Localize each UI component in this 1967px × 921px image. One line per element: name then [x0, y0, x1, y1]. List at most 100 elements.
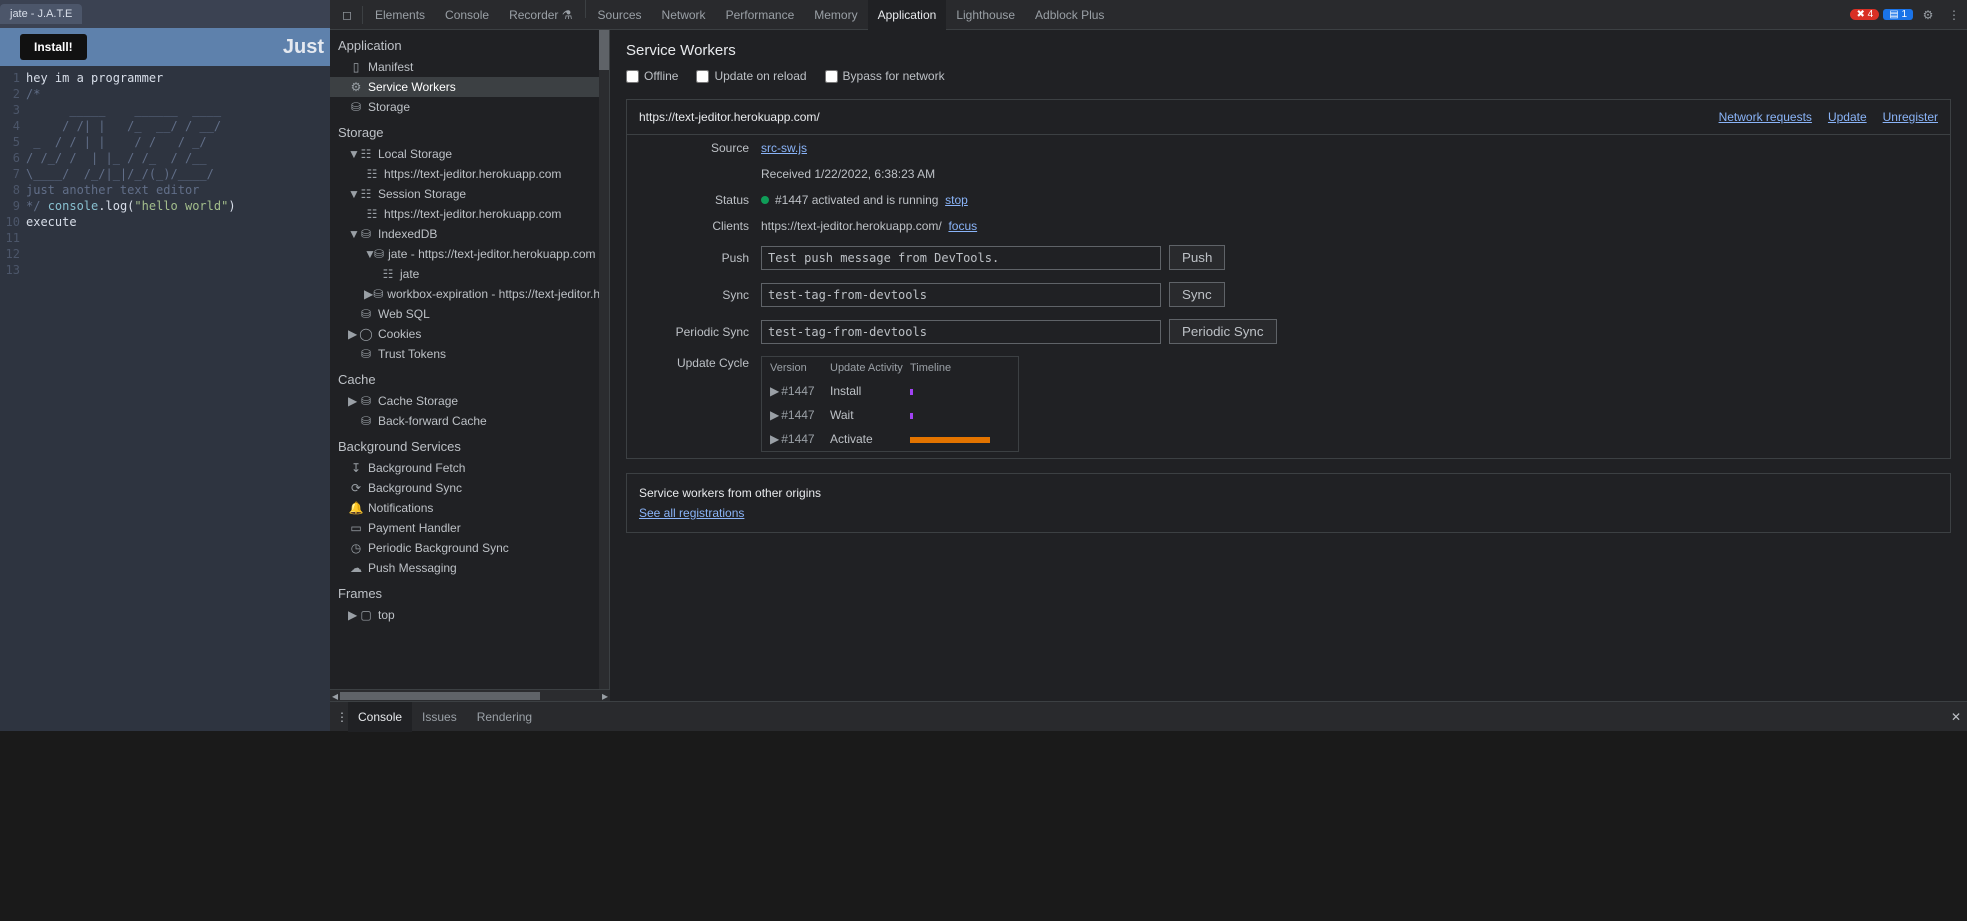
label-push: Push — [639, 251, 749, 265]
sidebar-group-cache: Cache — [330, 364, 599, 391]
devtools-tab-memory[interactable]: Memory — [804, 0, 867, 30]
table-icon: ☷ — [364, 207, 380, 221]
code-line[interactable]: 6/ /_/ / | |_ / /_ / /__ — [0, 150, 330, 166]
cycle-row[interactable]: ▶#1447Activate — [762, 427, 1018, 451]
link-update[interactable]: Update — [1828, 110, 1867, 124]
devtools-tab-network[interactable]: Network — [652, 0, 716, 30]
sidebar-item-indexeddb[interactable]: ▼⛁IndexedDB — [330, 224, 599, 244]
sidebar-item-payment[interactable]: ▭Payment Handler — [330, 518, 599, 538]
code-line[interactable]: 9*/ console.log("hello world") — [0, 198, 330, 214]
sidebar-item-idb-jate-store[interactable]: ☷jate — [330, 264, 599, 284]
sidebar-item-local-storage-origin[interactable]: ☷https://text-jeditor.herokuapp.com — [330, 164, 599, 184]
more-icon[interactable]: ⋮ — [1941, 8, 1967, 22]
sidebar-item-cache-storage[interactable]: ▶⛁Cache Storage — [330, 391, 599, 411]
code-line[interactable]: 1hey im a programmer — [0, 70, 330, 86]
code-line[interactable]: 11 — [0, 230, 330, 246]
code-line[interactable]: 12 — [0, 246, 330, 262]
sidebar-item-storage[interactable]: ⛁Storage — [330, 97, 599, 117]
database-icon: ⛁ — [358, 227, 374, 241]
service-workers-panel: Service Workers Offline Update on reload… — [610, 30, 1967, 701]
link-unregister[interactable]: Unregister — [1883, 110, 1938, 124]
app-window: jate - J.A.T.E Install! Just 1hey im a p… — [0, 0, 330, 731]
code-line[interactable]: 10execute — [0, 214, 330, 230]
browser-tab[interactable]: jate - J.A.T.E — [0, 4, 82, 24]
code-line[interactable]: 3 _____ ______ ____ — [0, 102, 330, 118]
code-line[interactable]: 4 / /| | /_ __/ / __/ — [0, 118, 330, 134]
issues-badge[interactable]: ▤ 1 — [1883, 9, 1913, 20]
code-line[interactable]: 7\____/ /_/|_|/_/(_)/____/ — [0, 166, 330, 182]
sw-origin: https://text-jeditor.herokuapp.com/ — [639, 110, 1703, 124]
panel-title: Service Workers — [626, 42, 1951, 59]
devtools-tab-adblock-plus[interactable]: Adblock Plus — [1025, 0, 1114, 30]
sidebar-item-push-messaging[interactable]: ☁Push Messaging — [330, 558, 599, 578]
link-stop[interactable]: stop — [945, 193, 968, 207]
database-icon: ⛁ — [358, 307, 374, 321]
code-line[interactable]: 13 — [0, 262, 330, 278]
sidebar-item-idb-workbox[interactable]: ▶⛁workbox-expiration - https://text-jedi… — [330, 284, 599, 304]
devtools-panel: ◻ ElementsConsoleRecorder ⚗SourcesNetwor… — [330, 0, 1967, 731]
push-input[interactable] — [761, 246, 1161, 270]
sync-button[interactable]: Sync — [1169, 282, 1225, 307]
settings-icon[interactable]: ⚙ — [1915, 8, 1941, 22]
code-line[interactable]: 8just another text editor — [0, 182, 330, 198]
drawer-tab-rendering[interactable]: Rendering — [467, 702, 542, 732]
sidebar-item-service-workers[interactable]: ⚙Service Workers — [330, 77, 599, 97]
database-icon: ⛁ — [374, 247, 384, 261]
sidebar-scrollbar[interactable] — [599, 30, 609, 689]
sidebar-item-notifications[interactable]: 🔔Notifications — [330, 498, 599, 518]
table-icon: ☷ — [358, 147, 374, 161]
sidebar-item-bg-fetch[interactable]: ↧Background Fetch — [330, 458, 599, 478]
sidebar-item-cookies[interactable]: ▶◯Cookies — [330, 324, 599, 344]
sidebar-item-manifest[interactable]: ▯Manifest — [330, 57, 599, 77]
sidebar-item-idb-jate[interactable]: ▼⛁jate - https://text-jeditor.herokuapp.… — [330, 244, 599, 264]
devtools-tab-application[interactable]: Application — [868, 0, 947, 30]
app-header: Install! Just — [0, 28, 330, 66]
devtools-tab-lighthouse[interactable]: Lighthouse — [946, 0, 1025, 30]
opt-update-on-reload[interactable]: Update on reload — [696, 69, 806, 83]
bell-icon: 🔔 — [348, 501, 364, 515]
sidebar-item-periodic-bg-sync[interactable]: ◷Periodic Background Sync — [330, 538, 599, 558]
application-sidebar[interactable]: Application ▯Manifest ⚙Service Workers ⛁… — [330, 30, 599, 689]
devtools-tab-recorder-[interactable]: Recorder ⚗ — [499, 0, 582, 30]
drawer-tab-console[interactable]: Console — [348, 702, 412, 732]
drawer-more-icon[interactable]: ⋮ — [336, 710, 348, 724]
code-line[interactable]: 2/* — [0, 86, 330, 102]
sidebar-item-bg-sync[interactable]: ⟳Background Sync — [330, 478, 599, 498]
sidebar-item-bf-cache[interactable]: ⛁Back-forward Cache — [330, 411, 599, 431]
push-button[interactable]: Push — [1169, 245, 1225, 270]
link-focus[interactable]: focus — [948, 219, 977, 233]
opt-bypass-for-network[interactable]: Bypass for network — [825, 69, 945, 83]
sw-source-link[interactable]: src-sw.js — [761, 141, 807, 155]
sidebar-item-frame-top[interactable]: ▶▢top — [330, 605, 599, 625]
sidebar-item-trust-tokens[interactable]: ⛁Trust Tokens — [330, 344, 599, 364]
devtools-tab-console[interactable]: Console — [435, 0, 499, 30]
drawer-close-icon[interactable]: ✕ — [1951, 710, 1961, 724]
opt-offline[interactable]: Offline — [626, 69, 678, 83]
sidebar-h-scrollbar[interactable]: ◂▸ — [330, 689, 610, 701]
drawer-tab-issues[interactable]: Issues — [412, 702, 467, 732]
sidebar-group-frames: Frames — [330, 578, 599, 605]
inspect-icon[interactable]: ◻ — [334, 8, 360, 22]
sidebar-item-local-storage[interactable]: ▼☷Local Storage — [330, 144, 599, 164]
sidebar-group-application: Application — [330, 30, 599, 57]
periodic-sync-button[interactable]: Periodic Sync — [1169, 319, 1277, 344]
sidebar-item-session-storage[interactable]: ▼☷Session Storage — [330, 184, 599, 204]
label-clients: Clients — [639, 219, 749, 233]
sidebar-item-session-storage-origin[interactable]: ☷https://text-jeditor.herokuapp.com — [330, 204, 599, 224]
code-line[interactable]: 5 _ / / | | / / / _/ — [0, 134, 330, 150]
devtools-tab-elements[interactable]: Elements — [365, 0, 435, 30]
database-icon: ⛁ — [373, 287, 383, 301]
sync-input[interactable] — [761, 283, 1161, 307]
link-network-requests[interactable]: Network requests — [1719, 110, 1812, 124]
devtools-tab-performance[interactable]: Performance — [716, 0, 805, 30]
link-see-all-registrations[interactable]: See all registrations — [639, 506, 1938, 520]
sidebar-item-websql[interactable]: ⛁Web SQL — [330, 304, 599, 324]
code-editor[interactable]: 1hey im a programmer2/*3 _____ ______ __… — [0, 66, 330, 731]
devtools-tab-sources[interactable]: Sources — [588, 0, 652, 30]
errors-badge[interactable]: ✖ 4 — [1850, 9, 1879, 20]
install-button[interactable]: Install! — [20, 34, 87, 60]
periodic-sync-input[interactable] — [761, 320, 1161, 344]
cycle-row[interactable]: ▶#1447Wait — [762, 403, 1018, 427]
browser-tab-bar: jate - J.A.T.E — [0, 0, 330, 28]
cycle-row[interactable]: ▶#1447Install — [762, 379, 1018, 403]
